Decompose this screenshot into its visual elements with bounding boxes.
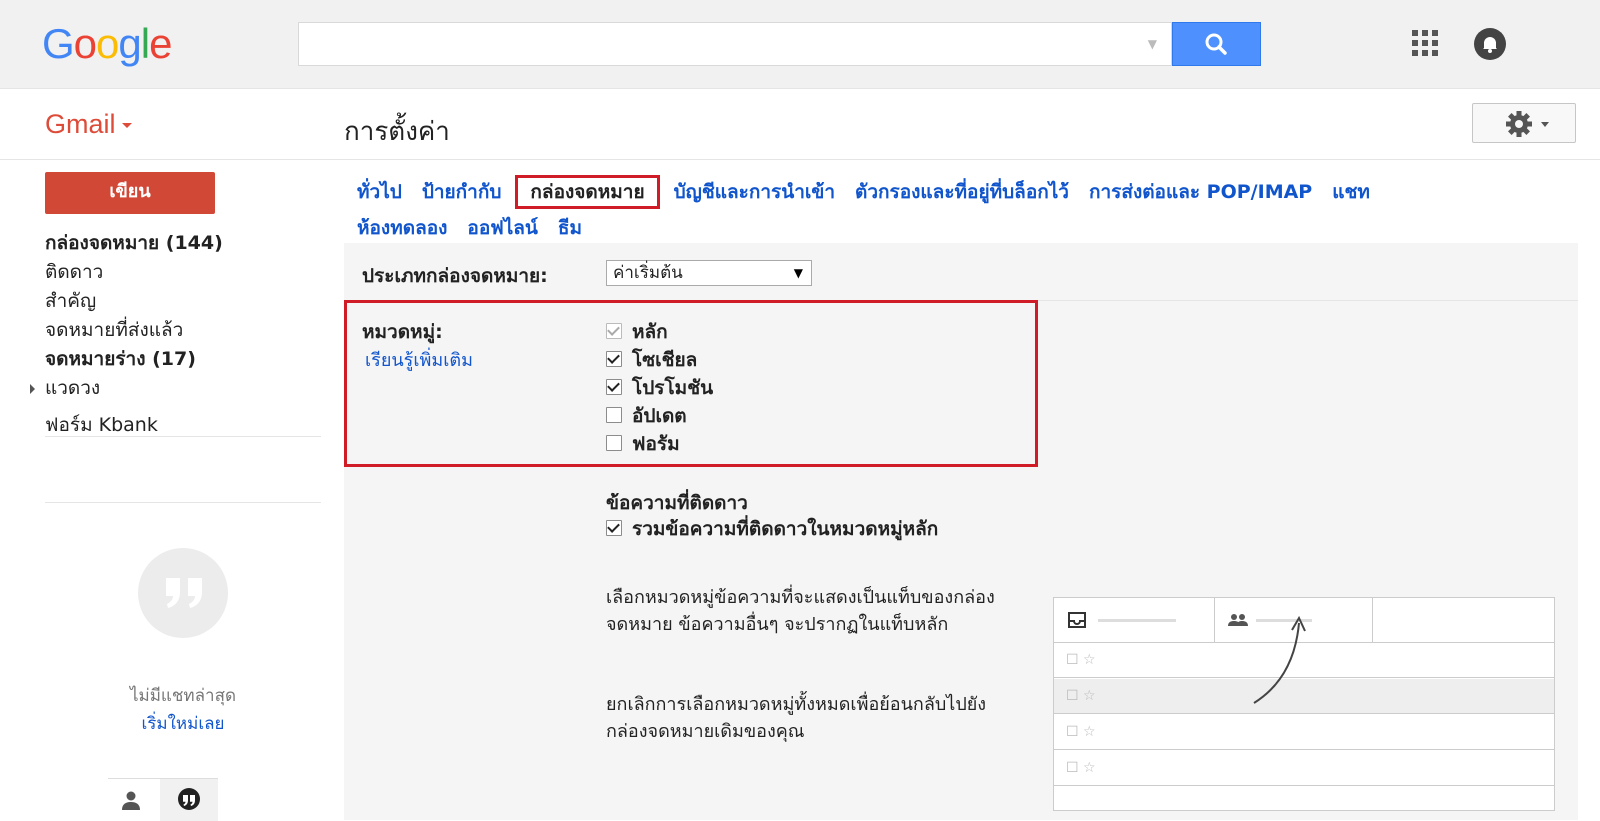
tab-themes[interactable]: ธีม [558,210,582,246]
sidebar-item-inbox[interactable]: กล่องจดหมาย (144) [45,229,325,258]
sidebar-divider [45,436,321,437]
settings-content: ประเภทกล่องจดหมาย: ค่าเริ่มต้น ▼ หมวดหมู… [344,243,1578,820]
compose-button[interactable]: เขียน [45,172,215,214]
sidebar-item-starred[interactable]: ติดดาว [45,258,325,287]
gmail-menu[interactable]: Gmail [45,109,132,140]
tab-offline[interactable]: ออฟไลน์ [467,210,537,246]
search-input[interactable]: ▼ [298,22,1172,66]
checkbox-include-starred[interactable] [606,520,622,536]
inbox-tabs-preview: ☐ ☆ ☐ ☆ ☐ ☆ ☐ ☆ [1053,597,1555,811]
no-recent-chats-text: ไม่มีแชทล่าสุด [129,686,237,706]
settings-gear-button[interactable] [1472,103,1576,143]
chat-footer-tabs [108,778,218,821]
search-icon [1205,33,1227,55]
checkbox-primary[interactable] [606,323,622,339]
preview-tab-primary [1054,598,1215,642]
tab-forwarding-pop-imap[interactable]: การส่งต่อและ POP/IMAP [1089,174,1312,210]
categories-label: หมวดหมู่: [362,321,443,343]
checkbox-updates[interactable] [606,407,622,423]
categories-description: เลือกหมวดหมู่ข้อความที่จะแสดงเป็นแท็บของ… [606,587,995,635]
starred-heading: ข้อความที่ติดดาว [606,492,748,514]
sidebar-item-circles[interactable]: แวดวง [30,374,325,403]
inbox-type-row: ประเภทกล่องจดหมาย: ค่าเริ่มต้น ▼ [344,243,1578,301]
start-new-chat-link[interactable]: เริ่มใหม่เลย [45,710,321,737]
checkbox-promotions[interactable] [606,379,622,395]
hangouts-tab[interactable] [160,779,218,821]
preview-row: ☐ ☆ [1054,715,1554,750]
sidebar-item-sent[interactable]: จดหมายที่ส่งแล้ว [45,316,325,345]
google-logo[interactable]: Google [42,20,172,68]
tab-labs[interactable]: ห้องทดลอง [357,210,447,246]
tab-filters-blocked[interactable]: ตัวกรองและที่อยู่ที่บล็อกไว้ [855,174,1069,210]
caret-down-icon [121,123,132,129]
checkbox-forums[interactable] [606,435,622,451]
category-social[interactable]: โซเชียล [606,347,697,374]
preview-row: ☐ ☆ [1054,751,1554,786]
tab-labels[interactable]: ป้ายกำกับ [422,174,502,210]
inbox-type-label: ประเภทกล่องจดหมาย: [362,265,548,287]
tab-accounts-import[interactable]: บัญชีและการนำเข้า [674,174,835,210]
notification-bell-icon[interactable] [1474,28,1506,60]
search-button[interactable] [1172,22,1261,66]
curved-arrow-icon [1253,615,1306,704]
settings-tabs: ทั่วไป ป้ายกำกับ กล่องจดหมาย บัญชีและการนำเ… [357,174,1567,246]
checkbox-social[interactable] [606,351,622,367]
gear-icon [1506,111,1549,137]
sidebar-nav: กล่องจดหมาย (144) ติดดาว สำคัญ จดหมายที่… [30,229,325,440]
tab-inbox[interactable]: กล่องจดหมาย [515,175,660,209]
category-forums[interactable]: ฟอรัม [606,431,680,458]
person-icon[interactable] [120,789,142,811]
tab-chat[interactable]: แชท [1332,174,1370,210]
hangouts-quote-icon [138,548,228,638]
page-title: การตั้งค่า [344,117,450,147]
dropdown-arrow-icon: ▼ [793,266,803,280]
sidebar-item-drafts[interactable]: จดหมายร่าง (17) [45,345,325,374]
category-primary[interactable]: หลัก [606,319,668,346]
starred-include-option[interactable]: รวมข้อความที่ติดดาวในหมวดหมู่หลัก [606,516,938,543]
category-updates[interactable]: อัปเดต [606,403,687,430]
inbox-tray-icon [1068,612,1086,628]
learn-more-link[interactable]: เรียนรู้เพิ่มเติม [365,345,473,374]
hangouts-icon [178,788,200,810]
categories-section: หมวดหมู่: เรียนรู้เพิ่มเติม หลัก โซเชียล… [344,300,1038,467]
apps-grid-icon[interactable] [1412,30,1438,56]
categories-revert-note: ยกเลิกการเลือกหมวดหมู่ทั้งหมดเพื่อย้อนกล… [606,694,987,742]
category-promotions[interactable]: โปรโมชัน [606,375,713,402]
tab-general[interactable]: ทั่วไป [357,174,402,210]
top-bar: Google ▼ [0,0,1600,89]
sidebar-divider [45,502,321,503]
expand-caret-icon[interactable] [30,384,35,394]
inbox-type-select[interactable]: ค่าเริ่มต้น ▼ [606,260,812,286]
search-options-caret-icon[interactable]: ▼ [1148,37,1157,51]
sidebar-item-important[interactable]: สำคัญ [45,287,325,316]
sub-header: Gmail การตั้งค่า [0,89,1600,160]
